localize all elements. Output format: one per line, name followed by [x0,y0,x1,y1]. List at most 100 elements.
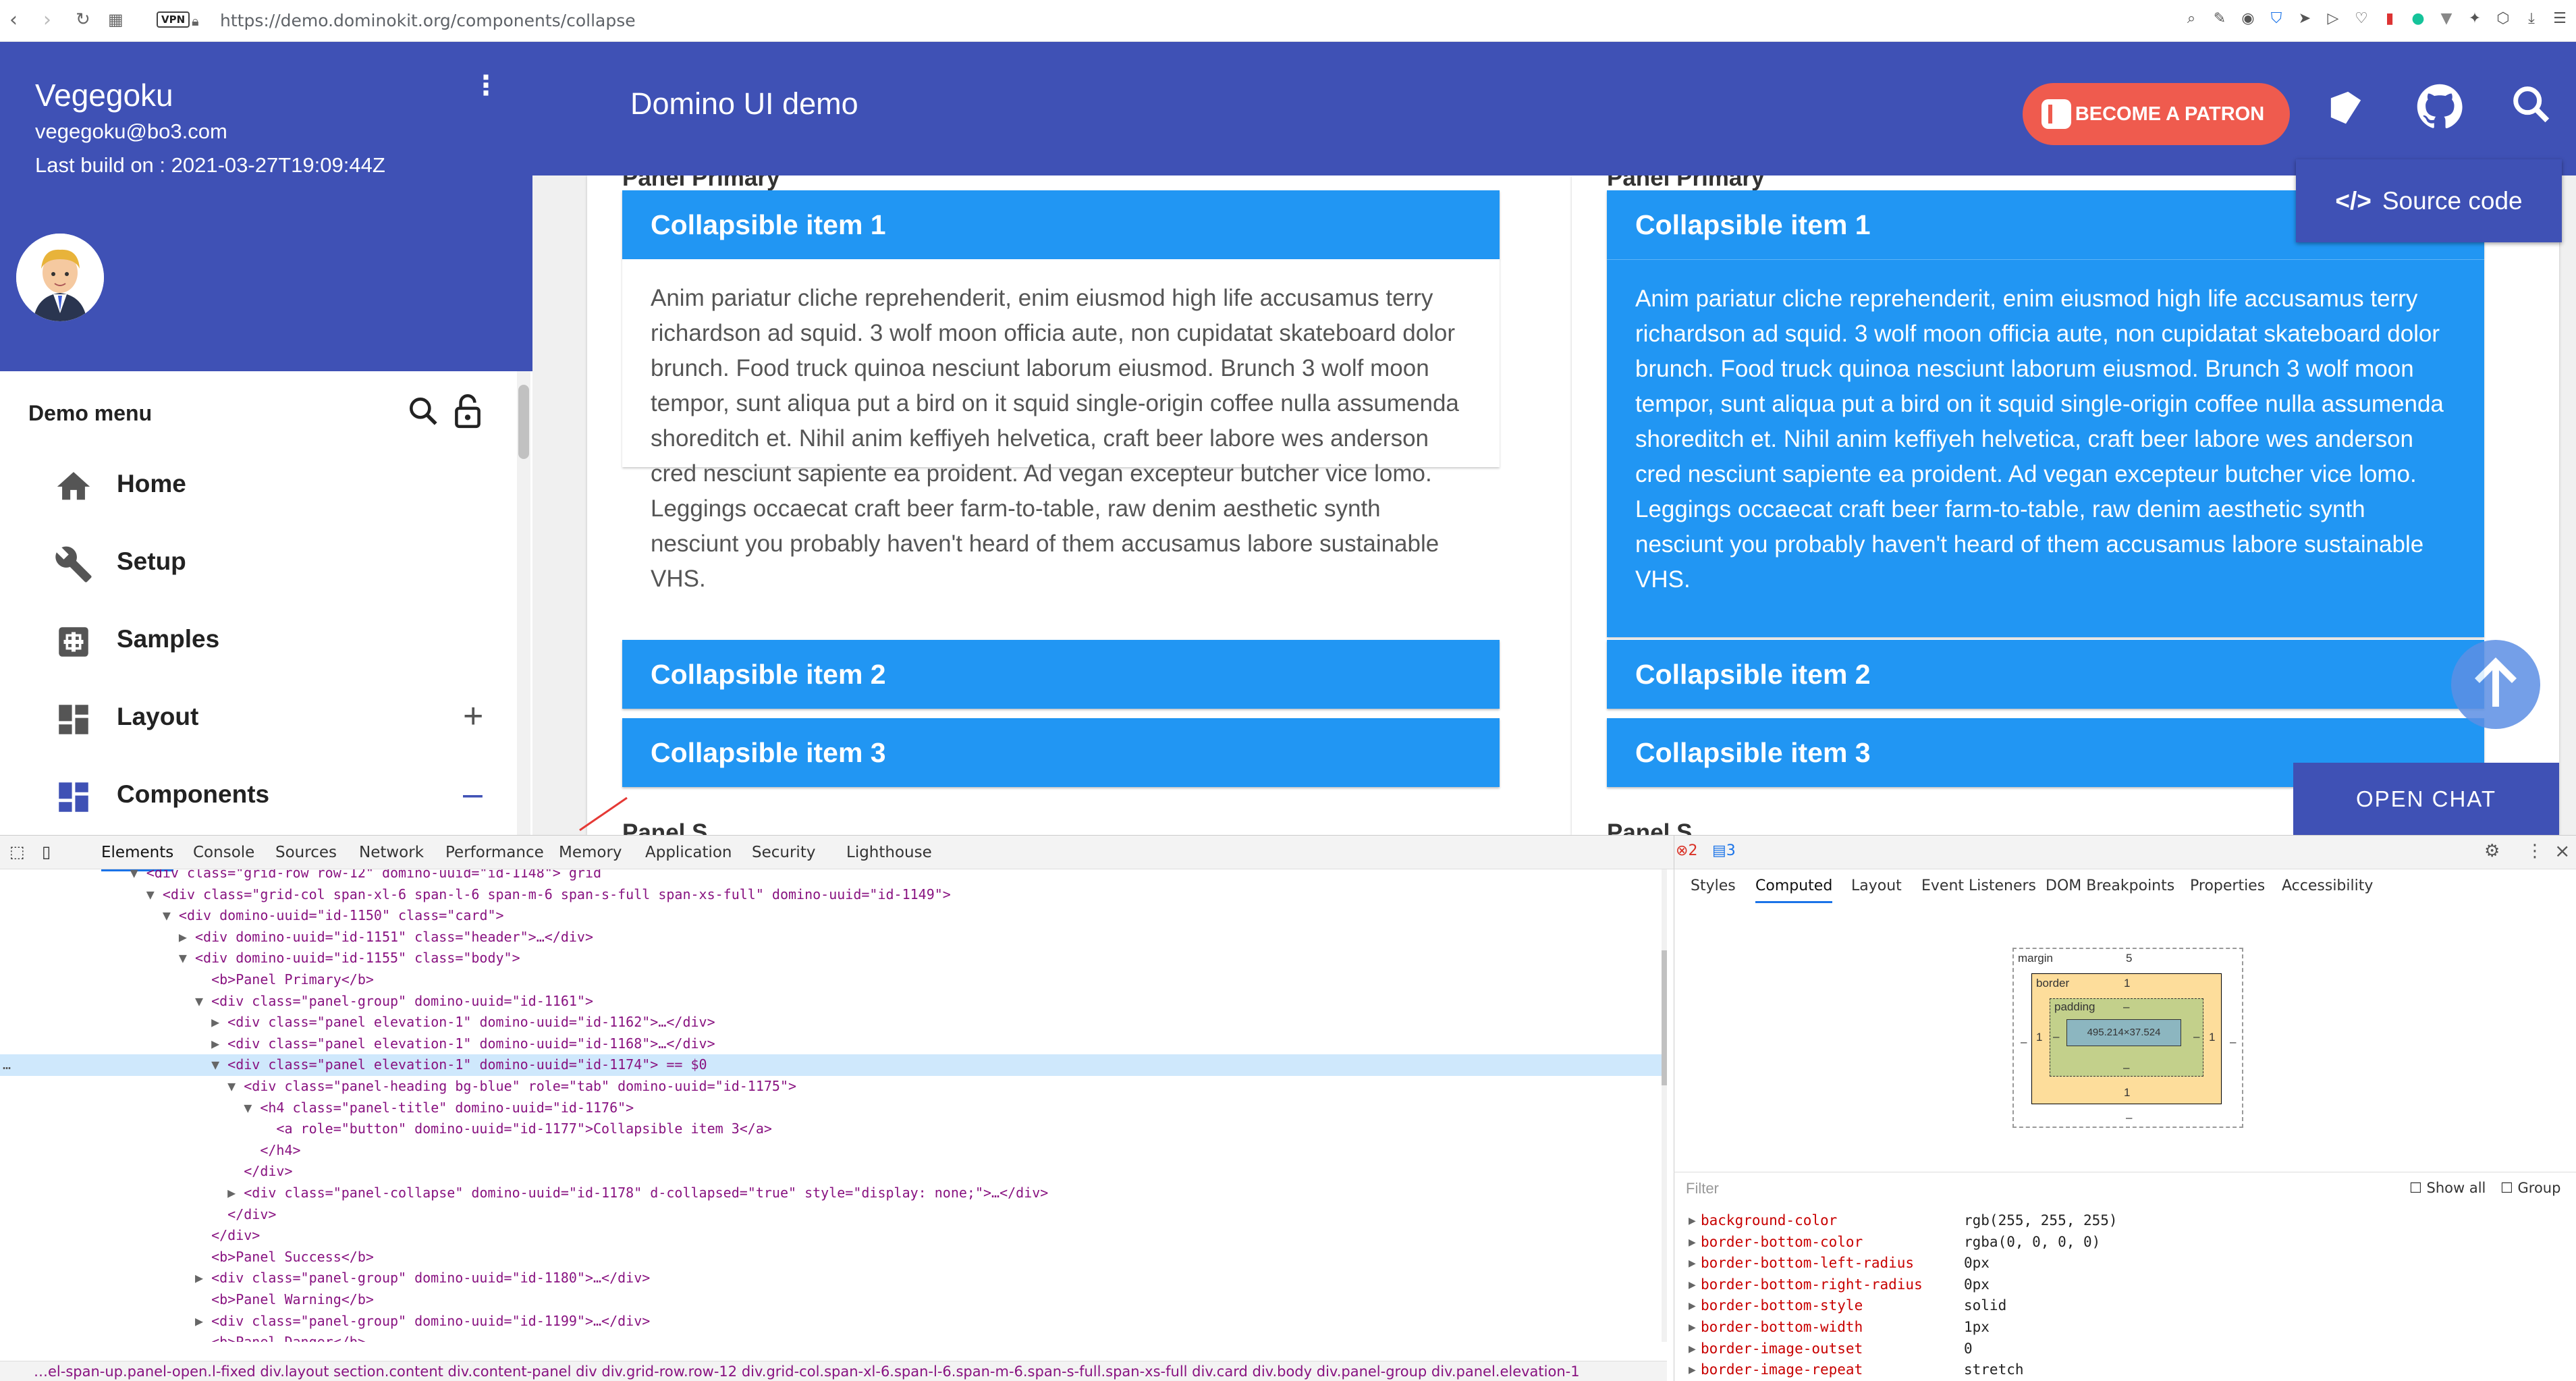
device-toggle-icon[interactable]: ▯ [42,842,51,861]
dom-node[interactable]: ▼ <div class="panel elevation-1" domino-… [0,1054,1667,1076]
dom-node[interactable]: ▼ <div class="panel-group" domino-uuid="… [0,991,1667,1012]
tab-accessibility[interactable]: Accessibility [2282,877,2373,894]
expand-caret-icon[interactable]: ▼ [179,950,195,966]
message-count[interactable]: ▤3 [1712,842,1736,859]
tab-console[interactable]: Console [193,844,254,861]
expand-caret-icon[interactable]: ▼ [227,1078,244,1094]
panel-title[interactable]: Collapsible item 3 [651,737,886,768]
menu-item-samples[interactable]: Samples [0,605,513,679]
expand-caret-icon[interactable]: ▶ [1689,1279,1696,1291]
border-value[interactable]: 1 [2124,977,2130,990]
expand-caret-icon[interactable]: ▶ [1689,1322,1696,1333]
dom-node[interactable]: ▶ <div class="panel-group" domino-uuid="… [0,1268,1667,1289]
vpn-badge[interactable]: VPN [157,11,190,28]
expand-caret-icon[interactable] [195,971,211,987]
tab-styles[interactable]: Styles [1691,877,1736,894]
group-checkbox[interactable]: ☐ Group [2500,1180,2560,1196]
expand-caret-icon[interactable]: ▶ [211,1014,227,1030]
padding-value[interactable]: – [2123,1000,2129,1014]
expand-caret-icon[interactable] [244,1142,260,1158]
expand-caret-icon[interactable] [211,1206,227,1222]
tabs-grid-icon[interactable]: ▦ [108,10,124,29]
menu-item-setup[interactable]: Setup [0,527,513,601]
filter-input[interactable]: Filter [1686,1180,1719,1197]
tab-properties[interactable]: Properties [2190,877,2265,894]
expand-caret-icon[interactable]: ▶ [195,1313,211,1329]
expand-caret-icon[interactable] [195,1291,211,1307]
dom-node[interactable]: <b>Panel Warning</b> [0,1289,1667,1311]
grammarly-icon[interactable]: ● [2409,9,2428,28]
search-icon[interactable] [406,394,440,431]
panel-title[interactable]: Collapsible item 1 [651,209,886,240]
expand-caret-icon[interactable] [195,1334,211,1342]
profile-icon[interactable]: ☰ [2550,9,2569,28]
bookmark-icon[interactable]: ▮ [2380,9,2399,28]
dom-node[interactable]: ▶ <div class="panel elevation-1" domino-… [0,1012,1667,1033]
settings-icon[interactable]: ⚙ [2484,841,2500,861]
open-chat-button[interactable]: OPEN CHAT [2293,763,2559,835]
more-icon[interactable]: ⋮ [2526,841,2544,861]
expand-caret-icon[interactable]: ▼ [146,886,163,902]
expand-caret-icon[interactable]: ▶ [211,1035,227,1052]
tab-application[interactable]: Application [645,844,732,861]
dom-node[interactable]: ▼ <h4 class="panel-title" domino-uuid="i… [0,1098,1667,1119]
lock-icon[interactable]: 🔒︎ [192,13,199,29]
computed-property-name[interactable]: border-image-repeat [1701,1361,1863,1378]
puzzle-icon[interactable]: ✦ [2465,9,2484,28]
scroll-to-top-button[interactable] [2451,640,2540,729]
expand-caret-icon[interactable]: ▼ [130,869,146,881]
border-left-value[interactable]: 1 [2036,1031,2042,1044]
computed-property-name[interactable]: border-bottom-right-radius [1701,1276,1923,1293]
camera-icon[interactable]: ◉ [2239,9,2257,28]
tab-network[interactable]: Network [359,844,424,861]
expand-caret-icon[interactable] [227,1163,244,1179]
margin-value[interactable]: 5 [2126,952,2132,965]
menu-scrollbar[interactable] [517,371,530,835]
expand-caret-icon[interactable]: ▼ [244,1100,260,1116]
panel-title[interactable]: Collapsible item 1 [1635,209,1871,240]
dom-node[interactable]: </h4> [0,1140,1667,1162]
dom-node[interactable]: ▶ <div class="panel-group" domino-uuid="… [0,1311,1667,1332]
forward-icon[interactable]: › [43,8,51,32]
expand-caret-icon[interactable]: ▶ [227,1185,244,1201]
tab-lighthouse[interactable]: Lighthouse [846,844,932,861]
margin-bottom-value[interactable]: – [2126,1111,2132,1125]
send-icon[interactable]: ➤ [2295,9,2314,28]
expand-caret-icon[interactable]: ▶ [1689,1300,1696,1311]
dom-node[interactable]: ▼ <div class="grid-col span-xl-6 span-l-… [0,884,1667,906]
panel-heading-1[interactable]: Collapsible item 1 [622,190,1500,259]
inspect-icon[interactable]: ⬚ [9,842,25,861]
expand-caret-icon[interactable]: ▼ [195,993,211,1009]
content-box[interactable]: 495.214×37.524 [2066,1019,2181,1046]
play-icon[interactable]: ▷ [2324,9,2342,28]
dom-node[interactable]: </div> [0,1225,1667,1247]
search-icon[interactable] [2508,81,2555,136]
tab-layout[interactable]: Layout [1851,877,1902,894]
scrollbar-thumb[interactable] [1662,950,1667,1085]
expand-caret-icon[interactable] [195,1227,211,1243]
margin-right-value[interactable]: – [2230,1035,2236,1049]
github-icon[interactable] [2414,81,2465,136]
dom-node[interactable]: <b>Panel Danger</b> [0,1332,1667,1342]
menu-item-components[interactable]: Components – [0,760,513,834]
wallet-icon[interactable]: ▼ [2437,9,2456,28]
padding-bottom-value[interactable]: – [2123,1061,2129,1075]
expand-icon[interactable]: + [463,696,483,736]
computed-property-name[interactable]: background-color [1701,1212,1837,1228]
menu-item-home[interactable]: Home [0,450,513,524]
source-code-button[interactable]: </> Source code [2296,159,2562,242]
expand-caret-icon[interactable]: ▶ [1689,1237,1696,1248]
edit-icon[interactable]: ✎ [2210,9,2229,28]
dom-node[interactable]: ▶ <div class="panel-collapse" domino-uui… [0,1183,1667,1204]
dom-breadcrumb[interactable]: …el-span-up.panel-open.l-fixed div.layou… [0,1361,1667,1381]
tab-performance[interactable]: Performance [445,844,544,861]
computed-property-name[interactable]: border-image-outset [1701,1341,1863,1357]
dom-tree-scrollbar[interactable] [1662,869,1667,1342]
scrollbar-thumb[interactable] [518,385,529,459]
computed-property-name[interactable]: border-bottom-color [1701,1234,1863,1250]
dom-node[interactable]: </div> [0,1161,1667,1183]
expand-caret-icon[interactable]: ▶ [1689,1257,1696,1269]
tab-memory[interactable]: Memory [559,844,622,861]
close-icon[interactable]: × [2554,840,2570,862]
dom-node[interactable]: <a role="button" domino-uuid="id-1177">C… [0,1118,1667,1140]
